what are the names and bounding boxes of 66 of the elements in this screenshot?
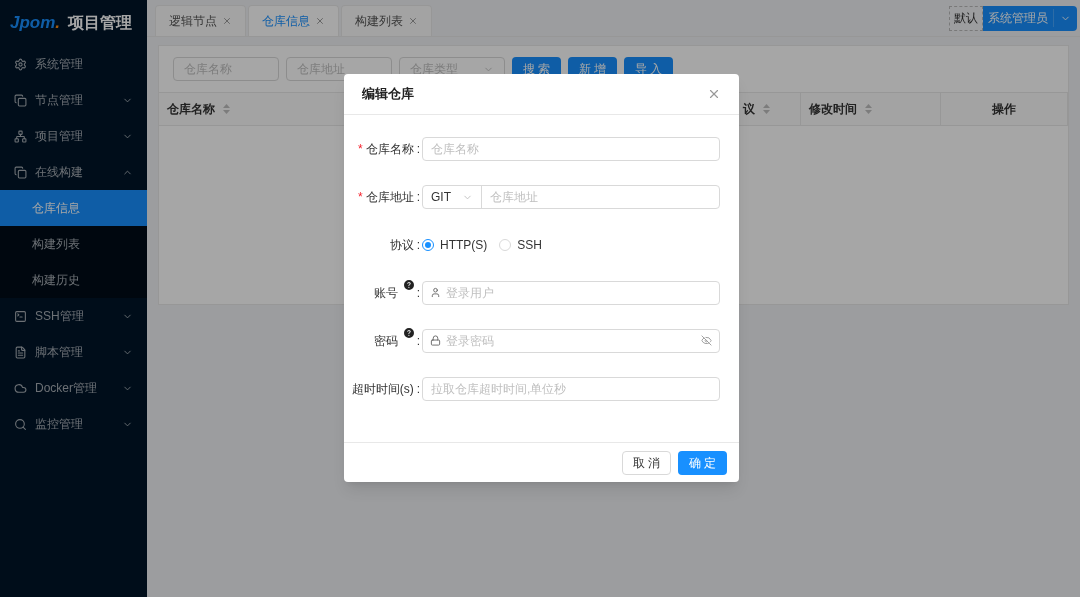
search-icon xyxy=(14,417,27,431)
app-title: 项目管理 xyxy=(68,13,133,33)
required-mark: * xyxy=(358,141,363,158)
user-dropdown[interactable]: 系统管理员 xyxy=(983,5,1077,31)
menu-item[interactable]: 在线构建 xyxy=(0,154,147,190)
label-colon: : xyxy=(416,381,420,398)
field-label: 账号 xyxy=(373,285,398,302)
dialog-title: 编辑仓库 xyxy=(362,85,415,104)
menu-item[interactable]: 节点管理 xyxy=(0,82,147,118)
menu-item[interactable]: 系统管理 xyxy=(0,46,147,82)
input-field[interactable]: 仓库地址 xyxy=(482,186,719,208)
column-header: 修改时间 xyxy=(809,101,857,118)
label-colon: : xyxy=(416,333,420,350)
label-colon: : xyxy=(416,141,420,158)
gear-icon xyxy=(14,57,27,71)
lock-icon xyxy=(430,335,441,346)
label-colon: : xyxy=(416,189,420,206)
menu-item[interactable]: 项目管理 xyxy=(0,118,147,154)
user-icon xyxy=(430,287,441,298)
input-field[interactable]: 仓库名称 xyxy=(422,137,720,161)
document-icon xyxy=(14,345,27,359)
protocol-select[interactable]: GIT xyxy=(423,186,482,208)
field-label: 超时时间(s) xyxy=(351,381,414,398)
tab[interactable]: 逻辑节点 xyxy=(155,5,246,36)
address-field[interactable]: GIT 仓库地址 xyxy=(422,185,720,209)
menu-item[interactable]: SSH管理 xyxy=(0,298,147,334)
submenu-item[interactable]: 构建列表 xyxy=(0,226,147,262)
menu-item[interactable]: Docker管理 xyxy=(0,370,147,406)
field-label: 仓库名称 xyxy=(365,141,414,158)
column-header: 议 xyxy=(743,101,755,118)
help-icon xyxy=(403,328,414,338)
network-icon xyxy=(14,129,27,143)
sort-icon xyxy=(865,104,872,114)
cloud-icon xyxy=(14,381,27,395)
help-icon xyxy=(403,280,414,290)
input-field[interactable]: 登录密码 xyxy=(422,329,720,353)
sort-icon xyxy=(763,104,770,114)
copy-icon xyxy=(14,93,27,107)
logo: Jpom. xyxy=(10,12,61,35)
column-header: 仓库名称 xyxy=(167,101,215,118)
menu-item[interactable]: 脚本管理 xyxy=(0,334,147,370)
label-colon: : xyxy=(416,285,420,302)
radio-option[interactable]: SSH xyxy=(499,236,542,254)
sort-icon xyxy=(223,104,230,114)
label-colon: : xyxy=(416,237,420,254)
input-field[interactable]: 登录用户 xyxy=(422,281,720,305)
field-label: 仓库地址 xyxy=(365,189,414,206)
tab[interactable]: 构建列表 xyxy=(341,5,432,36)
close-icon[interactable] xyxy=(707,87,721,101)
eye-off-icon[interactable] xyxy=(701,335,712,346)
close-icon[interactable] xyxy=(315,16,325,26)
confirm-button[interactable]: 确 定 xyxy=(678,450,727,475)
tab[interactable]: 仓库信息 xyxy=(248,5,339,36)
field-label: 协议 xyxy=(389,237,414,254)
close-icon[interactable] xyxy=(408,16,418,26)
radio-option[interactable]: HTTP(S) xyxy=(422,236,488,254)
menu-item[interactable]: 监控管理 xyxy=(0,406,147,442)
required-mark: * xyxy=(358,189,363,206)
input-field[interactable]: 拉取仓库超时时间,单位秒 xyxy=(422,377,720,401)
column-header: 操作 xyxy=(992,101,1016,118)
submenu-item[interactable]: 构建历史 xyxy=(0,262,147,298)
cancel-button[interactable]: 取 消 xyxy=(622,450,671,475)
submenu-item[interactable]: 仓库信息 xyxy=(0,190,147,226)
terminal-icon xyxy=(14,309,27,323)
field-label: 密码 xyxy=(373,333,398,350)
close-icon[interactable] xyxy=(222,16,232,26)
